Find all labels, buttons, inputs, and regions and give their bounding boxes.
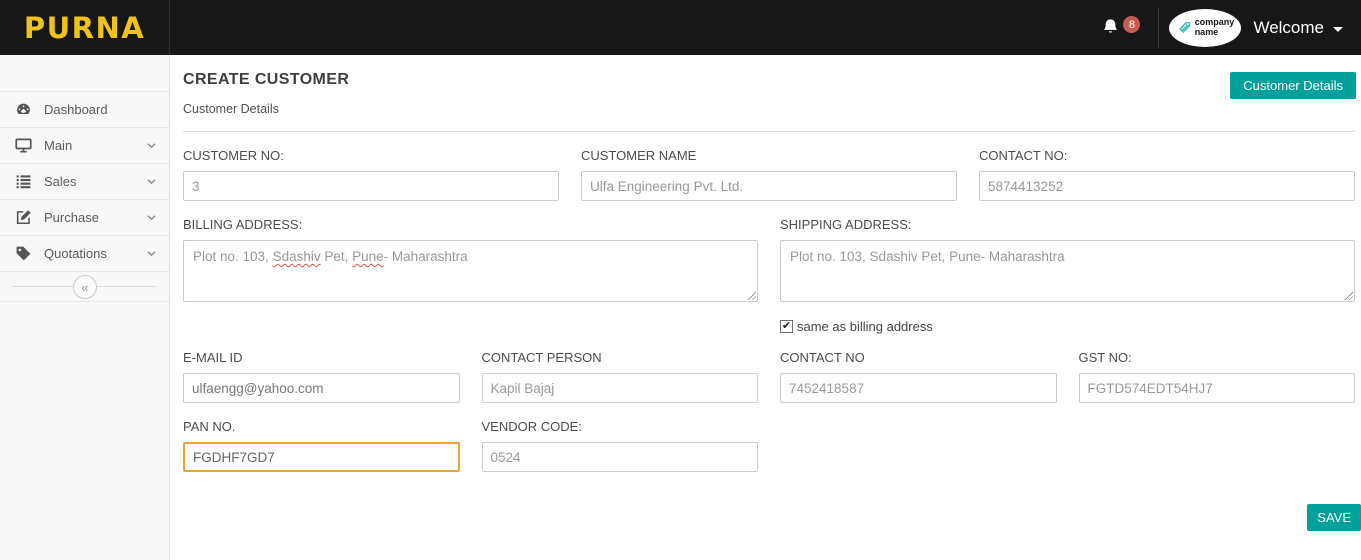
- header-right: 8 company name Welcome: [1101, 0, 1361, 55]
- chevron-down-icon: [147, 215, 156, 221]
- tag-icon: [16, 246, 31, 261]
- sidebar: Dashboard Main Sales Purchase Quotations: [0, 55, 170, 560]
- form-row-1: CUSTOMER NO: CUSTOMER NAME CONTACT NO:: [183, 148, 1355, 201]
- header-divider: [1158, 7, 1160, 48]
- billing-address-label: BILLING ADDRESS:: [183, 217, 303, 232]
- empty-col: [780, 419, 1057, 472]
- bell-icon: [1104, 19, 1118, 33]
- form-row-4: PAN NO. VENDOR CODE:: [183, 419, 1355, 472]
- page-title: CREATE CUSTOMER: [183, 71, 350, 88]
- breadcrumb: Customer Details: [183, 102, 279, 116]
- form-row-2: BILLING ADDRESS: Plot no. 103, Sdashiv P…: [183, 217, 1355, 302]
- sidebar-item-purchase[interactable]: Purchase: [0, 200, 169, 236]
- billing-address-textarea[interactable]: Plot no. 103, Sdashiv Pet, Pune- Maharas…: [183, 240, 758, 302]
- gst-no-label: GST NO:: [1078, 350, 1132, 365]
- sidebar-collapse-row: «: [0, 272, 169, 302]
- chevron-down-icon: [147, 251, 156, 257]
- monitor-icon: [15, 138, 32, 153]
- sidebar-top-spacer: [0, 55, 169, 92]
- company-logo[interactable]: company name: [1169, 8, 1242, 47]
- sidebar-item-sales[interactable]: Sales: [0, 164, 169, 200]
- vendor-code-input[interactable]: [481, 442, 758, 472]
- notification-count-badge: 8: [1123, 16, 1141, 33]
- header-spacer: [170, 0, 1101, 55]
- customer-name-label: CUSTOMER NAME: [581, 148, 697, 163]
- sidebar-collapse-button[interactable]: «: [73, 275, 97, 299]
- gst-no-input[interactable]: [1078, 373, 1355, 403]
- shipping-address-label: SHIPPING ADDRESS:: [780, 217, 912, 232]
- sidebar-item-main[interactable]: Main: [0, 128, 169, 164]
- sidebar-item-quotations[interactable]: Quotations: [0, 236, 169, 272]
- sidebar-item-label: Main: [44, 138, 73, 153]
- sidebar-item-label: Quotations: [44, 246, 107, 261]
- company-tag-icon: [1178, 21, 1190, 34]
- contact-no-2-label: CONTACT NO: [780, 350, 865, 365]
- chevron-down-icon: [1333, 26, 1343, 32]
- same-as-billing-checkbox[interactable]: [780, 320, 793, 333]
- contact-person-label: CONTACT PERSON: [481, 350, 602, 365]
- section-divider: [183, 131, 1355, 132]
- top-header: PURNA 8 company name Welcome: [0, 0, 1361, 55]
- sidebar-item-label: Sales: [44, 174, 77, 189]
- contact-no-2-input[interactable]: [780, 373, 1057, 403]
- notifications-button[interactable]: 8: [1101, 16, 1141, 38]
- edit-icon: [16, 210, 31, 225]
- list-icon: [16, 175, 31, 189]
- chevron-down-icon: [147, 179, 156, 185]
- contact-no-label: CONTACT NO:: [979, 148, 1068, 163]
- pan-no-label: PAN NO.: [183, 419, 236, 434]
- brand-wordmark: PURNA: [23, 10, 146, 45]
- customer-details-button[interactable]: Customer Details: [1230, 72, 1356, 99]
- dashboard-icon: [17, 103, 30, 114]
- customer-no-label: CUSTOMER NO:: [183, 148, 284, 163]
- shipping-address-textarea[interactable]: Plot no. 103, Sdashiv Pet, Pune- Maharas…: [780, 240, 1355, 302]
- contact-no-input[interactable]: [979, 171, 1355, 201]
- save-row: SAVE: [183, 504, 1361, 531]
- company-logo-text: company name: [1194, 17, 1235, 37]
- chevron-down-icon: [147, 143, 156, 149]
- sidebar-item-dashboard[interactable]: Dashboard: [0, 92, 169, 128]
- form-row-3: E-MAIL ID CONTACT PERSON CONTACT NO GST …: [183, 350, 1355, 403]
- pan-no-input[interactable]: [183, 442, 460, 472]
- same-as-billing-row: same as billing address: [183, 319, 1355, 334]
- welcome-label: Welcome: [1253, 17, 1324, 37]
- sidebar-item-label: Dashboard: [44, 102, 108, 117]
- contact-person-input[interactable]: [481, 373, 758, 403]
- main-content: CREATE CUSTOMER Customer Details Custome…: [170, 55, 1361, 531]
- email-input[interactable]: [183, 373, 460, 403]
- welcome-dropdown[interactable]: Welcome: [1253, 18, 1343, 38]
- vendor-code-label: VENDOR CODE:: [481, 419, 582, 434]
- customer-name-input[interactable]: [581, 171, 957, 201]
- save-button[interactable]: SAVE: [1307, 504, 1361, 531]
- empty-col: [1079, 419, 1356, 472]
- brand-logo[interactable]: PURNA: [0, 0, 170, 55]
- customer-no-input[interactable]: [183, 171, 559, 201]
- email-label: E-MAIL ID: [183, 350, 243, 365]
- sidebar-item-label: Purchase: [44, 210, 99, 225]
- same-as-billing-label: same as billing address: [797, 319, 933, 334]
